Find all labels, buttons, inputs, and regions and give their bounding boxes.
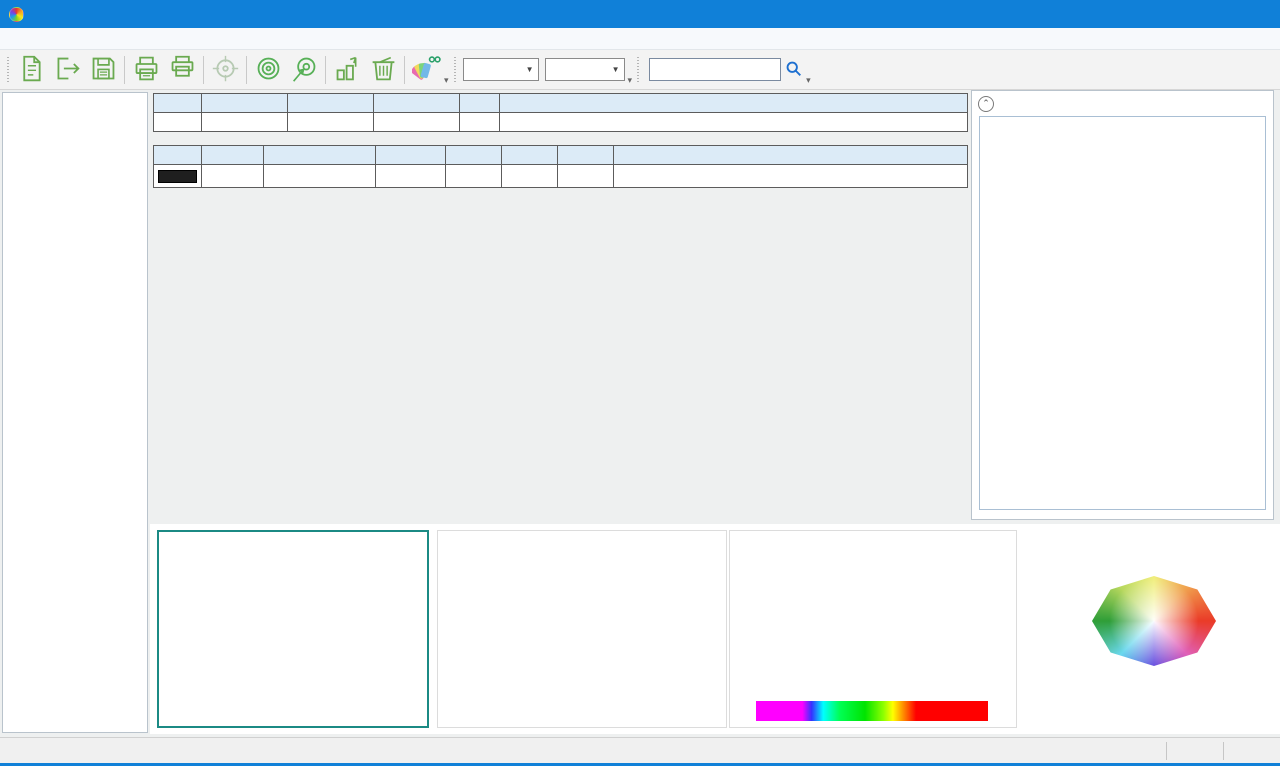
sample-tree bbox=[2, 92, 148, 733]
toolbar-overflow-icon[interactable]: ▾ bbox=[444, 75, 449, 86]
color-swatch bbox=[158, 170, 197, 183]
lab-gamut-chart bbox=[1019, 526, 1279, 730]
delta-e-trend-chart bbox=[437, 530, 727, 728]
toolbar-overflow-icon[interactable]: ▾ bbox=[806, 75, 811, 86]
gamut-color-octagon bbox=[1092, 576, 1216, 666]
chevron-down-icon: ▼ bbox=[526, 65, 534, 74]
export-icon bbox=[53, 54, 82, 86]
color-card-match-icon bbox=[412, 54, 441, 86]
print-word-icon bbox=[168, 54, 197, 86]
toolbar: ▾ ▼ ▼ ▾ ▾ bbox=[0, 50, 1280, 90]
tolerance-row[interactable] bbox=[154, 113, 968, 132]
toolbar-overflow-icon[interactable]: ▾ bbox=[628, 75, 633, 86]
delete-trash-button[interactable] bbox=[365, 52, 401, 88]
status-separator bbox=[1166, 742, 1167, 760]
tolerance-table bbox=[153, 93, 968, 132]
statistics-chart-button[interactable] bbox=[329, 52, 365, 88]
app-window: ▾ ▼ ▼ ▾ ▾ bbox=[0, 0, 1280, 766]
collapse-panel-button[interactable]: ⌃ bbox=[978, 96, 994, 112]
save-button[interactable] bbox=[85, 52, 121, 88]
spectrum-color-bar bbox=[756, 701, 988, 721]
app-logo-icon bbox=[9, 7, 24, 22]
toolbar-separator bbox=[325, 56, 326, 84]
toolbar-grip[interactable] bbox=[636, 57, 641, 83]
minimize-button[interactable] bbox=[1148, 0, 1192, 28]
measure-standard-icon bbox=[254, 54, 283, 86]
print-button[interactable] bbox=[128, 52, 164, 88]
color-card-match-button[interactable] bbox=[408, 52, 444, 88]
delete-trash-icon bbox=[369, 54, 398, 86]
color-difference-panel: ⌃ bbox=[971, 90, 1274, 520]
new-document-icon bbox=[17, 54, 46, 86]
standard-table bbox=[153, 145, 968, 188]
charts-row bbox=[150, 524, 1280, 734]
export-button[interactable] bbox=[49, 52, 85, 88]
measure-standard-button[interactable] bbox=[250, 52, 286, 88]
main-content: ⌃ bbox=[0, 90, 1280, 737]
search-icon[interactable] bbox=[785, 60, 802, 80]
table-header-row bbox=[154, 94, 968, 113]
chevron-down-icon: ▼ bbox=[612, 65, 620, 74]
toolbar-separator bbox=[124, 56, 125, 84]
toolbar-separator bbox=[246, 56, 247, 84]
status-bar bbox=[0, 737, 1280, 766]
toolbar-grip[interactable] bbox=[6, 57, 11, 83]
close-button[interactable] bbox=[1236, 0, 1280, 28]
calibrate-target-button[interactable] bbox=[207, 52, 243, 88]
print-word-button[interactable] bbox=[164, 52, 200, 88]
maximize-button[interactable] bbox=[1192, 0, 1236, 28]
menu-bar bbox=[0, 28, 1280, 50]
save-icon bbox=[89, 54, 118, 86]
standard-row[interactable] bbox=[154, 165, 968, 188]
status-separator bbox=[1223, 742, 1224, 760]
reflectance-chart bbox=[729, 530, 1017, 728]
chevron-up-icon: ⌃ bbox=[982, 99, 990, 108]
title-bar bbox=[0, 0, 1280, 28]
statistics-chart-icon bbox=[333, 54, 362, 86]
search-input[interactable] bbox=[649, 58, 781, 81]
illuminant-observer-select[interactable]: ▼ bbox=[545, 58, 625, 81]
delta-ab-scatter-chart bbox=[157, 530, 429, 728]
measure-sample-icon bbox=[290, 54, 319, 86]
print-icon bbox=[132, 54, 161, 86]
toolbar-separator bbox=[404, 56, 405, 84]
measure-sample-button[interactable] bbox=[286, 52, 322, 88]
toolbar-grip[interactable] bbox=[453, 57, 458, 83]
table-header-row bbox=[154, 146, 968, 165]
toolbar-separator bbox=[203, 56, 204, 84]
sci-mode-select[interactable]: ▼ bbox=[463, 58, 539, 81]
new-document-button[interactable] bbox=[13, 52, 49, 88]
calibrate-target-icon bbox=[211, 54, 240, 86]
